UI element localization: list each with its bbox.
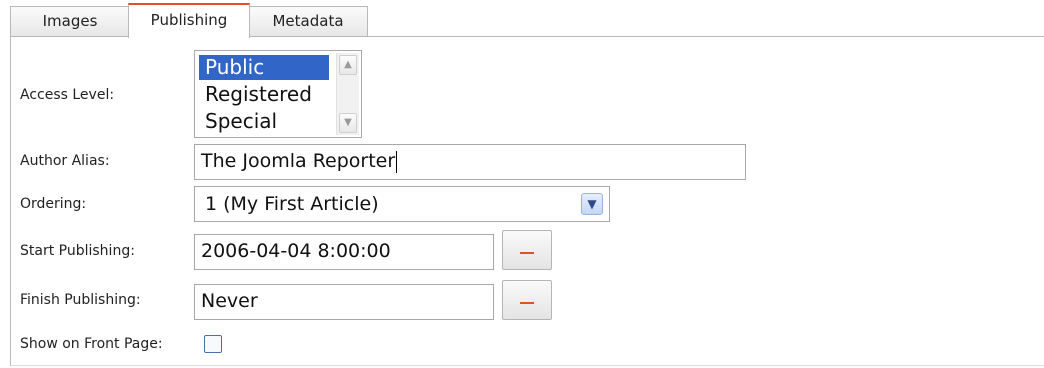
scroll-down-icon[interactable]: ▼: [339, 113, 357, 133]
access-level-listbox[interactable]: Public Registered Special ▲ ▼: [194, 50, 362, 138]
text-caret: [396, 150, 398, 173]
front-page-label: Show on Front Page:: [20, 336, 163, 352]
tab-images[interactable]: Images: [10, 6, 130, 36]
ordering-label: Ordering:: [20, 196, 87, 212]
access-level-option-registered[interactable]: Registered: [199, 82, 329, 107]
access-level-label: Access Level:: [20, 87, 115, 103]
finish-publishing-label: Finish Publishing:: [20, 292, 141, 308]
calendar-icon: [520, 252, 534, 254]
publishing-form: Images Publishing Metadata Access Level:…: [0, 0, 1044, 368]
access-level-scrollbar[interactable]: ▲ ▼: [336, 53, 359, 135]
access-level-option-public[interactable]: Public: [199, 55, 329, 80]
ordering-select[interactable]: 1 (My First Article) ▼: [194, 186, 610, 222]
author-alias-input[interactable]: The Joomla Reporter: [194, 144, 746, 180]
chevron-down-icon[interactable]: ▼: [581, 193, 603, 215]
start-publishing-input[interactable]: 2006-04-04 8:00:00: [194, 234, 494, 270]
tab-metadata[interactable]: Metadata: [248, 6, 368, 36]
start-publishing-calendar-button[interactable]: [502, 230, 552, 270]
ordering-value: 1 (My First Article): [205, 193, 379, 215]
access-level-option-special[interactable]: Special: [199, 109, 329, 134]
calendar-icon: [520, 302, 534, 304]
scroll-up-icon[interactable]: ▲: [339, 55, 357, 75]
start-publishing-label: Start Publishing:: [20, 243, 135, 259]
author-alias-value: The Joomla Reporter: [201, 150, 396, 172]
finish-publishing-input[interactable]: Never: [194, 284, 494, 320]
finish-publishing-calendar-button[interactable]: [502, 280, 552, 320]
tab-publishing[interactable]: Publishing: [128, 3, 250, 38]
front-page-checkbox[interactable]: [204, 335, 222, 353]
author-alias-label: Author Alias:: [20, 153, 110, 169]
